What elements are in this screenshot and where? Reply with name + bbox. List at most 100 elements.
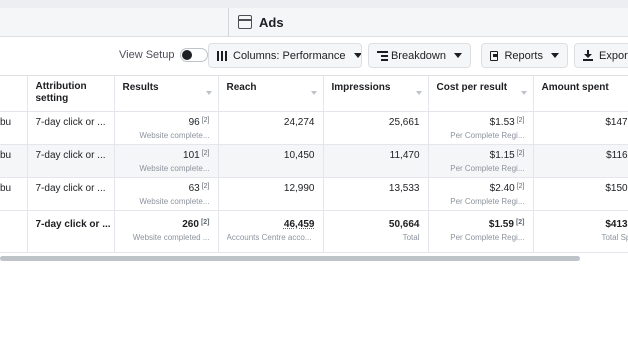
reach-column-header[interactable]: Reach bbox=[218, 76, 324, 112]
total-results-subtext: Website completed ... bbox=[132, 232, 210, 242]
results-column-header[interactable]: Results bbox=[114, 76, 219, 112]
impressions-cell: 13,533 bbox=[323, 177, 429, 211]
total-reach-value[interactable]: 46,459 bbox=[227, 219, 315, 230]
results-value[interactable]: 101 bbox=[183, 150, 200, 161]
total-reach-cell: 46,459 Accounts Centre acco... bbox=[218, 210, 324, 253]
ad-name-cell[interactable]: bu bbox=[0, 111, 28, 145]
results-subtext: Website complete... bbox=[139, 196, 210, 206]
export-button[interactable]: Export bbox=[574, 43, 628, 68]
results-cell: 96 [2] Website complete... bbox=[114, 111, 219, 145]
breakdown-button[interactable]: Breakdown bbox=[368, 43, 471, 68]
name-column-header bbox=[0, 76, 28, 112]
ad-name-cell[interactable]: bu bbox=[0, 144, 28, 178]
breakdown-label: Breakdown bbox=[390, 49, 446, 62]
total-results-cell: 260 [2] Website completed ... bbox=[114, 210, 219, 253]
cost-column-header[interactable]: Cost per result bbox=[428, 76, 534, 112]
attribution-cell: 7-day click or ... bbox=[27, 144, 115, 178]
cost-footnote: [2] bbox=[516, 149, 525, 157]
results-header-label: Results bbox=[122, 82, 159, 93]
cost-cell: $1.15 [2] Per Complete Regi... bbox=[428, 144, 534, 178]
reports-button[interactable]: Reports bbox=[481, 43, 568, 68]
horizontal-scrollbar[interactable] bbox=[0, 256, 580, 261]
view-setup-toggle[interactable] bbox=[180, 48, 209, 62]
export-label: Export bbox=[599, 49, 628, 62]
ad-name-cell[interactable]: bu bbox=[0, 177, 28, 211]
results-table-container[interactable]: Attribution setting Results Reach Impres… bbox=[0, 75, 628, 255]
table-row[interactable]: bu 7-day click or ... 101 [2] Website comp… bbox=[0, 144, 628, 178]
total-cost-cell: $1.59 [2] Per Complete Regi... bbox=[428, 210, 534, 253]
total-results-value: 260 bbox=[182, 218, 199, 230]
total-attribution-cell: 7-day click or ... bbox=[27, 210, 115, 253]
results-subtext: Website complete... bbox=[139, 163, 210, 173]
table-row[interactable]: bu 7-day click or ... 63 [2] Website compl… bbox=[0, 177, 628, 211]
cost-subtext: Per Complete Regi... bbox=[450, 196, 525, 206]
impressions-header-label: Impressions bbox=[331, 82, 391, 93]
breakdown-icon bbox=[377, 50, 388, 61]
total-reach-subtext: Accounts Centre acco... bbox=[226, 232, 312, 242]
spent-header-label: Amount spent bbox=[541, 82, 609, 93]
attribution-cell: 7-day click or ... bbox=[27, 177, 115, 211]
reports-label: Reports bbox=[504, 49, 543, 62]
impressions-column-header[interactable]: Impressions bbox=[323, 76, 429, 112]
total-impressions-value: 50,664 bbox=[388, 218, 420, 230]
cost-footnote: [2] bbox=[516, 116, 525, 124]
results-value[interactable]: 63 bbox=[189, 183, 200, 194]
total-cost-subtext: Per Complete Regi... bbox=[450, 232, 525, 242]
results-footnote: [2] bbox=[201, 182, 210, 190]
tab-ads-label: Ads bbox=[259, 14, 284, 30]
total-cost-value[interactable]: $1.59 bbox=[489, 219, 514, 230]
sort-icon[interactable] bbox=[310, 91, 317, 95]
export-icon bbox=[583, 50, 593, 61]
total-impressions-cell: 50,664 Total bbox=[323, 210, 429, 253]
results-cell: 101 [2] Website complete... bbox=[114, 144, 219, 178]
impressions-cell: 11,470 bbox=[323, 144, 429, 178]
total-impressions-subtext: Total bbox=[402, 232, 420, 242]
cost-cell: $2.40 [2] Per Complete Regi... bbox=[428, 177, 534, 211]
results-footnote: [2] bbox=[201, 149, 210, 157]
top-strip bbox=[0, 0, 628, 8]
spent-column-header[interactable]: Amount spent bbox=[533, 76, 628, 112]
table-toolbar: View Setup Columns: Performance Breakdow… bbox=[0, 37, 628, 75]
total-cost-footnote: [2] bbox=[515, 218, 525, 226]
chevron-down-icon bbox=[353, 53, 361, 58]
table-row[interactable]: bu 7-day click or ... 96 [2] Website compl… bbox=[0, 111, 628, 145]
sort-icon[interactable] bbox=[415, 91, 422, 95]
spent-cell: $116.01 bbox=[533, 144, 628, 178]
view-setup-toggle-group[interactable]: View Setup bbox=[119, 48, 209, 62]
results-cell: 63 [2] Website complete... bbox=[114, 177, 219, 211]
reach-cell: 12,990 bbox=[218, 177, 324, 211]
total-spent-cell: $413.99 Total Spent bbox=[533, 210, 628, 253]
results-value[interactable]: 96 bbox=[189, 117, 200, 128]
spent-cell: $147.04 bbox=[533, 111, 628, 145]
tab-ads[interactable]: Ads bbox=[238, 12, 284, 32]
spent-cell: $150.94 bbox=[533, 177, 628, 211]
columns-label: Columns: Performance bbox=[233, 49, 346, 62]
ads-window-icon bbox=[238, 15, 252, 29]
attribution-cell: 7-day click or ... bbox=[27, 111, 115, 145]
reach-header-label: Reach bbox=[226, 82, 257, 93]
sort-icon[interactable] bbox=[205, 91, 212, 95]
cost-value[interactable]: $1.53 bbox=[490, 117, 515, 128]
tab-divider bbox=[228, 8, 229, 37]
total-row: 7-day click or ... 260 [2] Website complet… bbox=[0, 210, 628, 253]
columns-button[interactable]: Columns: Performance bbox=[208, 43, 362, 68]
total-name-cell bbox=[0, 210, 28, 253]
toggle-knob bbox=[182, 50, 193, 60]
attribution-column-header[interactable]: Attribution setting bbox=[27, 76, 115, 112]
results-table: Attribution setting Results Reach Impres… bbox=[0, 76, 628, 253]
cost-header-label: Cost per result bbox=[436, 82, 508, 93]
top-bar: Ads bbox=[0, 0, 628, 37]
cost-value[interactable]: $2.40 bbox=[490, 183, 515, 194]
header-row: Attribution setting Results Reach Impres… bbox=[0, 76, 628, 112]
total-results-footnote: [2] bbox=[200, 218, 210, 226]
cost-footnote: [2] bbox=[516, 182, 525, 190]
impressions-cell: 25,661 bbox=[323, 111, 429, 145]
reports-icon bbox=[490, 50, 499, 61]
cost-subtext: Per Complete Regi... bbox=[450, 163, 525, 173]
results-footnote: [2] bbox=[201, 116, 210, 124]
sort-icon[interactable] bbox=[520, 91, 527, 95]
cost-subtext: Per Complete Regi... bbox=[450, 130, 525, 140]
chevron-down-icon bbox=[454, 53, 462, 58]
chevron-down-icon bbox=[551, 53, 559, 58]
cost-value[interactable]: $1.15 bbox=[490, 150, 515, 161]
